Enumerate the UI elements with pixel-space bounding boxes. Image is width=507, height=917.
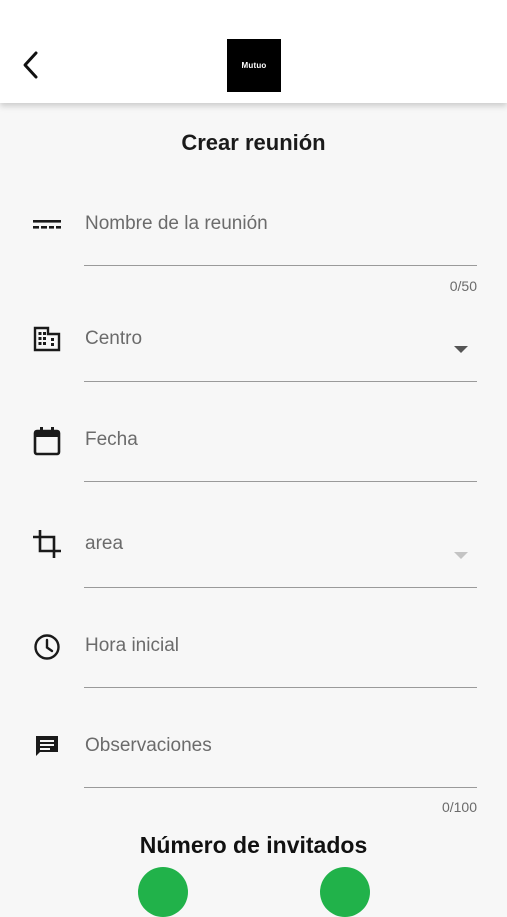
date-label: Fecha <box>85 429 138 450</box>
short-text-icon <box>30 208 64 242</box>
chevron-left-icon <box>23 51 38 79</box>
crop-icon <box>30 527 64 561</box>
guests-title: Número de invitados <box>139 832 368 858</box>
date-input[interactable]: Fecha <box>84 416 477 482</box>
page-title: Crear reunión <box>181 130 326 155</box>
comment-icon <box>30 730 64 764</box>
logo-text: Mutuo <box>241 61 267 70</box>
notes-label: Observaciones <box>85 735 212 756</box>
meeting-name-label: Nombre de la reunión <box>85 213 268 234</box>
back-button[interactable] <box>16 50 46 80</box>
chevron-down-icon <box>454 346 468 353</box>
mutuo-logo: Mutuo <box>227 39 281 92</box>
area-label: area <box>85 533 124 554</box>
clock-icon <box>30 630 64 664</box>
center-dropdown[interactable]: Centro <box>84 318 477 382</box>
decrease-guests-button[interactable] <box>138 867 188 917</box>
chevron-down-icon <box>454 552 468 559</box>
notes-counter: 0/100 <box>441 799 477 815</box>
area-dropdown[interactable]: area <box>84 524 477 588</box>
increase-guests-button[interactable] <box>320 867 370 917</box>
start-time-input[interactable]: Hora inicial <box>84 622 477 688</box>
building-icon <box>30 322 64 356</box>
meeting-name-counter: 0/50 <box>449 278 477 294</box>
start-time-label: Hora inicial <box>85 635 179 656</box>
center-label: Centro <box>85 328 143 349</box>
notes-input[interactable]: Observaciones <box>84 722 477 788</box>
calendar-icon <box>30 424 64 458</box>
app-bar: Mutuo <box>0 0 507 103</box>
meeting-name-input[interactable]: Nombre de la reunión <box>84 200 477 266</box>
